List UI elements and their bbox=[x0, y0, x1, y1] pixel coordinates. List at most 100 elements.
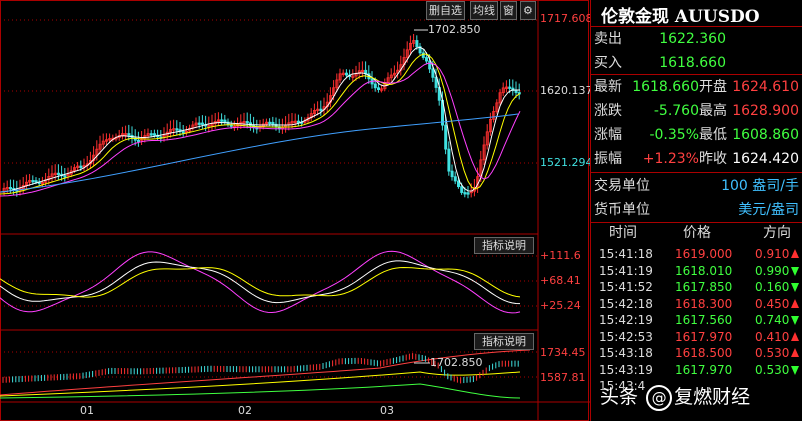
col-time: 时间 bbox=[609, 225, 637, 241]
tick-time: 15:41:18 bbox=[599, 247, 653, 261]
candle-body bbox=[136, 139, 140, 143]
arrow-down-icon bbox=[791, 283, 799, 292]
delete-self-select-button[interactable]: 删自选 bbox=[426, 1, 465, 20]
latest-value: 1618.660 bbox=[632, 79, 699, 95]
kline-chart[interactable] bbox=[0, 0, 590, 421]
date-label-01: 01 bbox=[80, 404, 94, 417]
low-value: 1608.860 bbox=[732, 127, 799, 143]
tick-time: 15:41:52 bbox=[599, 280, 653, 294]
tick-price: 1618.300 bbox=[675, 296, 733, 311]
arrow-up-icon bbox=[791, 331, 799, 341]
ind1-axis-mid: +68.41 bbox=[540, 274, 581, 287]
candle-body bbox=[460, 186, 464, 193]
tick-row: 15:41:18 1619.000 0.910 bbox=[591, 246, 802, 262]
col-direction: 方向 bbox=[763, 225, 791, 241]
tick-time: 15:43:18 bbox=[599, 346, 653, 360]
candle-body bbox=[344, 72, 348, 76]
tick-row: 15:42:53 1617.970 0.410 bbox=[591, 329, 802, 345]
watermark-prefix: 头条 bbox=[600, 386, 639, 408]
candle-body bbox=[431, 68, 435, 78]
candle-body bbox=[152, 133, 156, 136]
candle-body bbox=[175, 128, 179, 131]
candle-body bbox=[220, 119, 224, 122]
price-axis-low: 1521.294 bbox=[540, 156, 593, 169]
settings-icon[interactable]: ⚙ bbox=[520, 1, 536, 20]
candle-body bbox=[373, 83, 377, 89]
tick-time: 15:42:19 bbox=[599, 313, 653, 327]
tick-price: 1617.560 bbox=[675, 313, 733, 327]
date-label-02: 02 bbox=[238, 404, 252, 417]
divider bbox=[591, 172, 802, 173]
chart-area[interactable]: 删自选 均线 窗 ⚙ 1717.608 1620.137 1521.294 17… bbox=[0, 0, 593, 421]
candle-body bbox=[271, 121, 275, 125]
tick-qty: 0.910 bbox=[755, 247, 790, 261]
tick-time: 15:42:18 bbox=[599, 296, 653, 311]
osc-line-magenta bbox=[0, 250, 521, 314]
candle-body bbox=[463, 192, 467, 195]
tick-qty: 0.450 bbox=[755, 296, 790, 311]
candle-body bbox=[376, 87, 380, 90]
unit-row: 交易单位 100 盎司/手 bbox=[591, 174, 802, 198]
tick-qty: 0.410 bbox=[755, 329, 790, 344]
tick-price: 1618.010 bbox=[675, 263, 733, 278]
ind2-axis-top: 1734.45 bbox=[540, 346, 586, 359]
sell-label: 卖出 bbox=[594, 31, 622, 47]
ma60-line bbox=[0, 113, 519, 193]
indicator1-help-button[interactable]: 指标说明 bbox=[474, 237, 534, 254]
candle-body bbox=[181, 131, 185, 134]
tick-qty: 0.530 bbox=[755, 362, 790, 377]
candle-body bbox=[456, 180, 460, 187]
candle-body bbox=[268, 121, 272, 125]
currency-label: 货币单位 bbox=[594, 202, 650, 218]
buy-row: 买入 1618.660 bbox=[591, 51, 802, 75]
high-label: 最高 bbox=[699, 103, 727, 119]
high-value: 1628.900 bbox=[732, 103, 799, 119]
prev-close-label: 昨收 bbox=[699, 151, 727, 167]
tick-row: 15:43:18 1618.500 0.530 bbox=[591, 345, 802, 361]
candle-body bbox=[319, 108, 323, 112]
ind2-axis-low: 1587.81 bbox=[540, 371, 586, 384]
pct-value: -0.35% bbox=[649, 127, 699, 143]
arrow-down-icon bbox=[791, 365, 799, 375]
arrow-down-icon bbox=[791, 316, 799, 325]
ind1-axis-top: +111.6 bbox=[540, 249, 581, 262]
lower-band-line bbox=[0, 383, 521, 399]
osc-line-yellow bbox=[0, 266, 521, 298]
tick-time: 15:43:19 bbox=[599, 362, 653, 377]
tick-price: 1619.000 bbox=[675, 247, 733, 261]
tick-price: 1618.500 bbox=[675, 346, 733, 360]
change-row: 涨跌 -5.760 最高 1628.900 bbox=[591, 99, 802, 123]
candle-body bbox=[200, 122, 204, 125]
tick-price: 1617.850 bbox=[675, 280, 733, 294]
latest-label: 最新 bbox=[594, 79, 622, 95]
latest-row: 最新 1618.660 开盘 1624.610 bbox=[591, 75, 802, 99]
candle-body bbox=[453, 176, 457, 182]
watermark-at-icon: @ bbox=[646, 385, 673, 411]
candle-body bbox=[444, 124, 448, 150]
amp-row: 振幅 +1.23% 昨收 1624.420 bbox=[591, 147, 802, 171]
ind1-axis-low: +25.24 bbox=[540, 299, 581, 312]
sell-value: 1622.360 bbox=[659, 31, 726, 47]
tick-qty: 0.160 bbox=[755, 280, 790, 294]
unit-label: 交易单位 bbox=[594, 178, 650, 194]
amp-label: 振幅 bbox=[594, 151, 622, 167]
change-value: -5.760 bbox=[653, 103, 699, 119]
ind2-high-marker-label: 1702.850 bbox=[430, 356, 483, 369]
indicator2-help-button[interactable]: 指标说明 bbox=[474, 333, 534, 350]
low-label: 最低 bbox=[699, 127, 727, 143]
ma-line-button[interactable]: 均线 bbox=[470, 1, 498, 20]
price-axis-mid: 1620.137 bbox=[540, 84, 593, 97]
tick-time: 15:41:19 bbox=[599, 263, 653, 278]
instrument-title: 伦敦金现 AUUSDO bbox=[601, 7, 760, 27]
col-price: 价格 bbox=[683, 225, 711, 241]
candle-body bbox=[149, 133, 153, 136]
date-label-03: 03 bbox=[380, 404, 394, 417]
open-value: 1624.610 bbox=[732, 79, 799, 95]
watermark-name: 复燃财经 bbox=[674, 386, 751, 408]
candle-body bbox=[508, 86, 512, 89]
window-button[interactable]: 窗 bbox=[500, 1, 517, 20]
tick-price: 1617.970 bbox=[675, 329, 733, 344]
open-label: 开盘 bbox=[699, 79, 727, 95]
candle-body bbox=[79, 165, 83, 168]
tick-qty: 0.990 bbox=[755, 263, 790, 278]
